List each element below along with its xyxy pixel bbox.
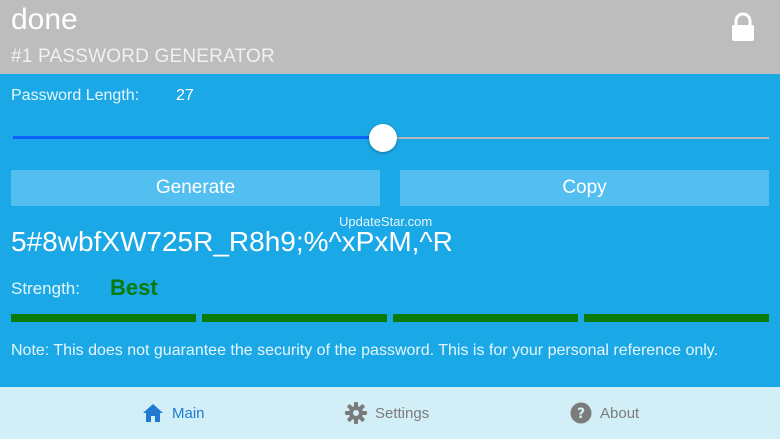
main-panel: Password Length: 27 Generate Copy Update… — [0, 74, 780, 387]
home-icon — [143, 404, 163, 422]
lock-icon[interactable] — [730, 12, 756, 42]
tab-bar: Main Settings ? About — [0, 387, 780, 439]
generate-button[interactable]: Generate — [11, 170, 380, 206]
strength-value: Best — [110, 275, 158, 300]
app-header: done #1 PASSWORD GENERATOR — [0, 0, 780, 74]
strength-label: Strength: — [11, 279, 80, 298]
password-length-value: 27 — [176, 87, 194, 104]
slider-thumb[interactable] — [369, 124, 398, 152]
svg-text:?: ? — [577, 406, 585, 422]
tab-about-label: About — [600, 404, 640, 422]
app-subtitle: #1 PASSWORD GENERATOR — [11, 46, 275, 67]
generated-password: 5#8wbfXW725R_R8h9;%^xPxM,^R — [11, 226, 453, 257]
question-icon: ? — [570, 402, 592, 424]
disclaimer-note: Note: This does not guarantee the securi… — [11, 342, 719, 359]
tab-settings[interactable]: Settings — [345, 401, 429, 425]
password-length-label: Password Length: — [11, 87, 140, 104]
tab-about[interactable]: ? About — [570, 401, 639, 425]
tab-main-label: Main — [172, 404, 205, 422]
gear-icon — [345, 402, 367, 424]
tab-main[interactable]: Main — [142, 401, 205, 425]
app-title: done — [11, 3, 78, 36]
tab-settings-label: Settings — [375, 404, 430, 422]
strength-bar — [202, 314, 387, 322]
strength-bar — [584, 314, 769, 322]
password-length-slider[interactable] — [13, 124, 769, 152]
slider-fill — [13, 136, 384, 139]
strength-bar — [11, 314, 196, 322]
copy-button[interactable]: Copy — [400, 170, 769, 206]
strength-bar — [393, 314, 578, 322]
